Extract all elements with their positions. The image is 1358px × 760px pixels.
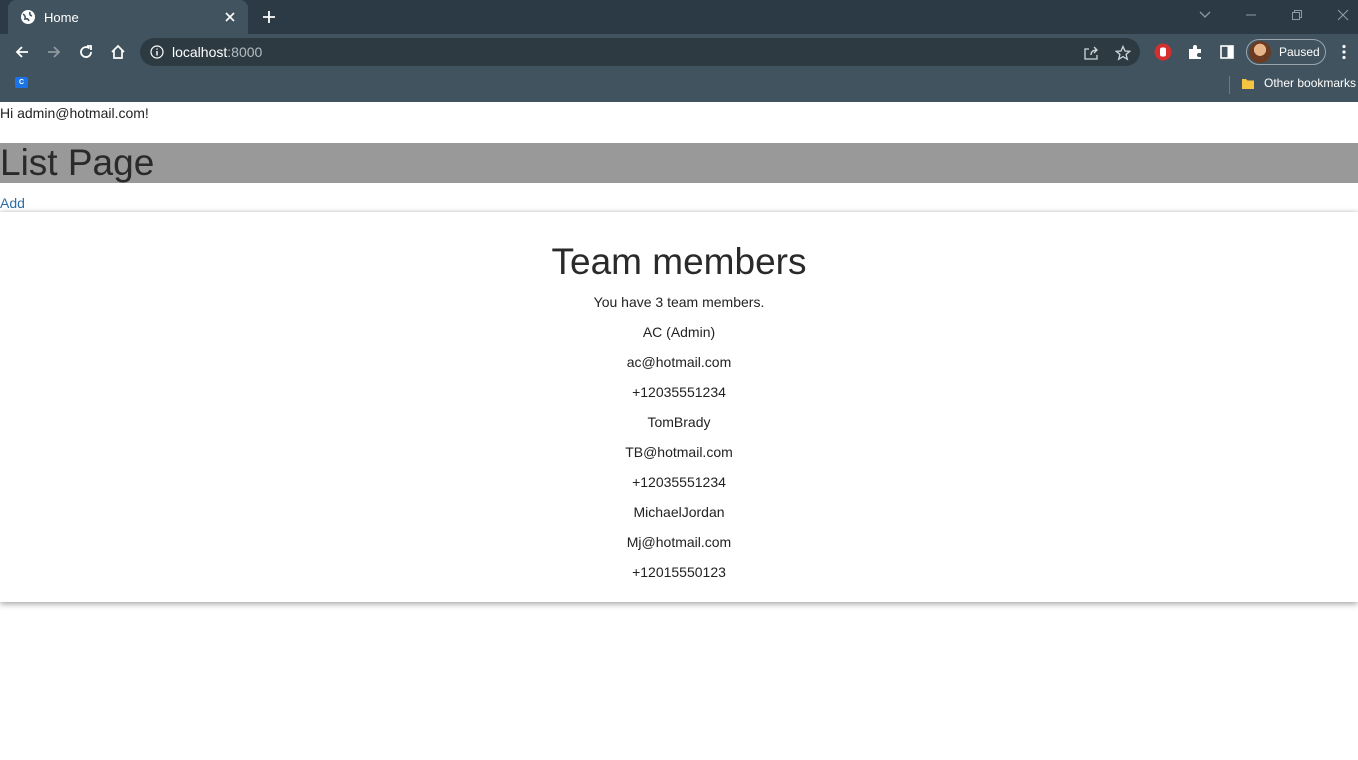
minimize-icon[interactable] — [1238, 4, 1264, 26]
more-menu-icon[interactable] — [1334, 42, 1354, 62]
member-phone: +12015550123 — [632, 564, 726, 580]
reload-icon[interactable] — [72, 38, 100, 66]
folder-icon[interactable] — [1241, 77, 1255, 90]
member-name: MichaelJordan — [633, 504, 725, 520]
team-heading: Team members — [551, 241, 807, 282]
member-email: TB@hotmail.com — [625, 444, 733, 460]
team-count: You have 3 team members. — [593, 294, 765, 310]
tab-title: Home — [44, 9, 79, 25]
member-name: TomBrady — [647, 414, 711, 430]
bookmark-star-icon[interactable] — [1114, 44, 1132, 62]
extensions-puzzle-icon[interactable] — [1185, 42, 1205, 62]
new-tab-icon[interactable] — [258, 6, 280, 28]
address-bar[interactable]: localhost:8000 — [140, 38, 1140, 66]
tab-strip: Home — [0, 0, 1358, 34]
team-members-card: Team members You have 3 team members. AC… — [0, 212, 1358, 602]
bookmarks-bar: C Other bookmarks — [0, 70, 1358, 102]
globe-icon — [20, 9, 36, 25]
share-icon[interactable] — [1082, 44, 1100, 62]
url-text: localhost:8000 — [172, 44, 262, 60]
tab-home[interactable]: Home — [8, 0, 248, 34]
url-port: :8000 — [227, 44, 263, 60]
profile-button[interactable]: Paused — [1246, 39, 1326, 65]
close-window-icon[interactable] — [1330, 4, 1356, 26]
bookmark-favicon-letter: C — [18, 79, 25, 86]
member-email: ac@hotmail.com — [626, 354, 732, 370]
forward-icon[interactable] — [40, 38, 68, 66]
avatar — [1249, 41, 1271, 63]
page-content: Hi admin@hotmail.com! List Page Add Team… — [0, 102, 1358, 760]
back-icon[interactable] — [8, 38, 36, 66]
browser-toolbar: localhost:8000 Paused — [0, 34, 1358, 70]
bookmark-item[interactable]: C — [15, 77, 28, 88]
add-link[interactable]: Add — [0, 195, 25, 211]
page-title: List Page — [0, 142, 155, 183]
home-icon[interactable] — [104, 38, 132, 66]
profile-status: Paused — [1279, 45, 1320, 59]
greeting-text: Hi admin@hotmail.com! — [0, 105, 149, 121]
member-phone: +12035551234 — [632, 474, 726, 490]
member-email: Mj@hotmail.com — [626, 534, 732, 550]
restore-icon[interactable] — [1284, 4, 1310, 26]
side-panel-icon[interactable] — [1217, 42, 1237, 62]
close-tab-icon[interactable] — [222, 9, 238, 25]
other-bookmarks[interactable]: Other bookmarks — [1264, 76, 1356, 90]
url-host: localhost — [172, 44, 228, 60]
info-icon[interactable] — [150, 45, 164, 59]
member-phone: +12035551234 — [632, 384, 726, 400]
extension-hand-icon[interactable] — [1153, 42, 1173, 62]
tab-search-icon[interactable] — [1192, 4, 1218, 26]
page-header-banner: List Page — [0, 143, 1358, 183]
member-name: AC (Admin) — [642, 324, 716, 340]
bookmarks-divider — [1229, 76, 1230, 94]
